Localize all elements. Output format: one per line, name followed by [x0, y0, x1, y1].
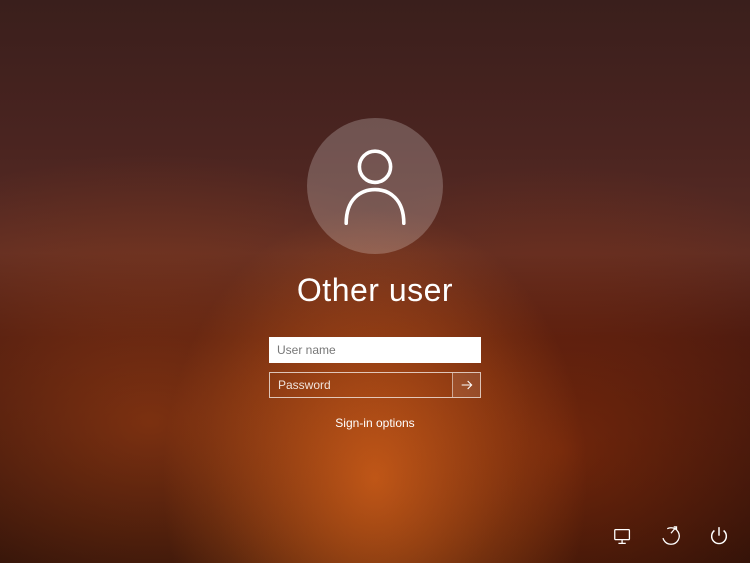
password-input[interactable]: [270, 373, 452, 397]
password-row: [269, 372, 481, 398]
login-panel: Other user Sign-in options: [245, 118, 505, 430]
signin-options-link[interactable]: Sign-in options: [335, 416, 414, 430]
ease-of-access-icon: [660, 525, 682, 547]
credential-fields: [269, 337, 481, 398]
person-icon: [339, 146, 411, 226]
power-icon: [708, 525, 730, 547]
network-icon: [612, 525, 634, 547]
user-avatar: [307, 118, 443, 254]
power-button[interactable]: [706, 523, 732, 549]
arrow-right-icon: [459, 377, 475, 393]
system-tray: [610, 523, 732, 549]
ease-of-access-button[interactable]: [658, 523, 684, 549]
account-title: Other user: [297, 272, 453, 309]
submit-button[interactable]: [452, 373, 480, 397]
username-input[interactable]: [269, 337, 481, 363]
network-button[interactable]: [610, 523, 636, 549]
